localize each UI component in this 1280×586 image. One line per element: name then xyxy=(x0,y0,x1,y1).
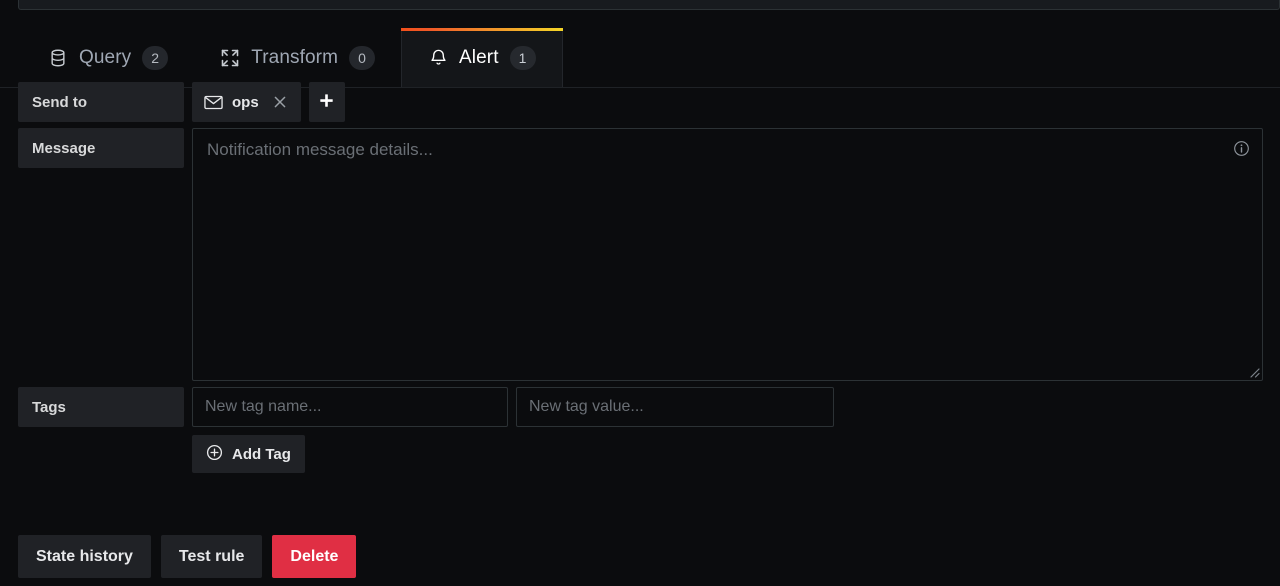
notification-channel-chip[interactable]: ops xyxy=(192,82,301,122)
tab-alert[interactable]: Alert 1 xyxy=(401,28,563,87)
plus-circle-icon xyxy=(206,444,223,465)
tag-value-input[interactable] xyxy=(516,387,834,427)
tab-query-label: Query xyxy=(79,46,132,68)
alert-notifications-form: Send to ops Message Notification message… xyxy=(0,82,1280,473)
add-tag-button[interactable]: Add Tag xyxy=(192,435,305,473)
active-tab-accent-bar xyxy=(401,28,563,31)
state-history-button[interactable]: State history xyxy=(18,535,151,578)
message-label: Message xyxy=(18,128,184,168)
info-circle-icon[interactable] xyxy=(1233,140,1250,157)
test-rule-button[interactable]: Test rule xyxy=(160,535,263,578)
resize-grip-icon[interactable] xyxy=(1246,364,1260,378)
tab-query[interactable]: Query 2 xyxy=(22,28,194,87)
envelope-icon xyxy=(204,95,223,110)
tag-name-input[interactable] xyxy=(192,387,508,427)
panel-above-edge xyxy=(18,0,1280,10)
message-textarea[interactable] xyxy=(192,128,1263,381)
tab-transform[interactable]: Transform 0 xyxy=(194,28,401,87)
message-textarea-wrapper xyxy=(192,128,1263,381)
panel-editor-tabbar: Query 2 Transform 0 Alert 1 xyxy=(0,28,1280,88)
notification-channel-name: ops xyxy=(232,93,259,111)
tab-alert-badge: 1 xyxy=(509,45,536,70)
tab-alert-label: Alert xyxy=(459,46,499,68)
add-notification-channel-button[interactable] xyxy=(308,82,345,122)
tab-transform-badge: 0 xyxy=(349,45,376,70)
send-to-row: Send to ops xyxy=(0,82,1280,122)
add-tag-row: Add Tag xyxy=(0,435,1280,473)
tab-transform-label: Transform xyxy=(251,46,339,68)
tags-label: Tags xyxy=(18,387,184,427)
bell-icon xyxy=(428,48,448,68)
transform-icon xyxy=(220,48,240,68)
plus-icon xyxy=(319,93,334,111)
tags-row: Tags xyxy=(0,387,1280,427)
add-tag-label: Add Tag xyxy=(232,445,291,463)
delete-button[interactable]: Delete xyxy=(272,535,357,578)
message-row: Message xyxy=(0,128,1280,381)
close-icon[interactable] xyxy=(271,93,289,111)
tags-field xyxy=(192,387,834,427)
send-to-label: Send to xyxy=(18,82,184,122)
message-field xyxy=(192,128,1263,381)
send-to-field: ops xyxy=(192,82,345,122)
database-icon xyxy=(48,48,68,68)
tab-query-badge: 2 xyxy=(142,45,169,70)
tab-list: Query 2 Transform 0 Alert 1 xyxy=(0,28,1280,87)
alert-footer-actions: State history Test rule Delete xyxy=(18,535,357,578)
